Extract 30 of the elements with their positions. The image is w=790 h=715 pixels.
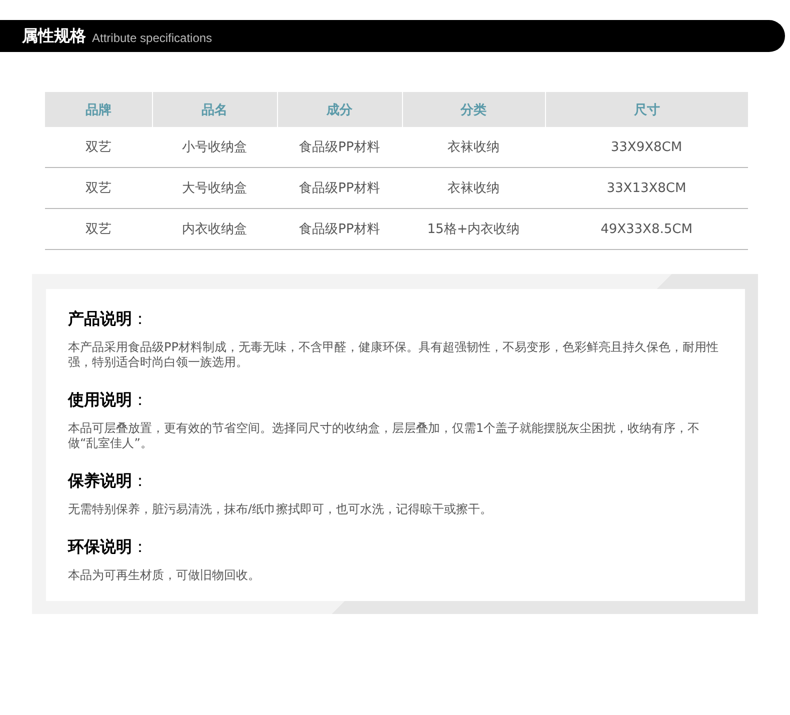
description-text: 本品为可再生材质，可做旧物回收。 [68, 568, 261, 583]
table-cell: 内衣收纳盒 [152, 208, 277, 250]
table-cell: 49X33X8.5CM [545, 208, 748, 250]
table-cell: 双艺 [45, 127, 152, 168]
table-cell: 小号收纳盒 [152, 127, 277, 168]
table-cell: 大号收纳盒 [152, 168, 277, 208]
section-heading: 环保说明： [68, 537, 149, 558]
table-cell: 食品级PP材料 [277, 168, 402, 208]
table-cell: 33X9X8CM [545, 127, 748, 168]
section-heading: 使用说明： [68, 390, 149, 411]
description-text: 本产品采用食品级PP材料制成，无毒无味，不含甲醛，健康环保。具有超强韧性，不易变形，色彩鲜亮且持久保色，耐用性强，特别适合时尚白领一族选用。 [68, 340, 720, 370]
table-cell: 双艺 [45, 168, 152, 208]
table-cell: 衣袜收纳 [402, 168, 545, 208]
column-header: 尺寸 [545, 92, 748, 127]
column-header: 分类 [402, 92, 545, 127]
section-subtitle: Attribute specifications [92, 30, 212, 44]
section-title: 属性规格 [22, 26, 86, 46]
column-header: 品名 [152, 92, 277, 127]
table-cell: 衣袜收纳 [402, 127, 545, 168]
section-heading: 产品说明： [68, 309, 149, 330]
column-header: 成分 [277, 92, 402, 127]
column-header: 品牌 [45, 92, 152, 127]
table-cell: 33X13X8CM [545, 168, 748, 208]
table-cell: 双艺 [45, 208, 152, 250]
table-cell: 食品级PP材料 [277, 127, 402, 168]
description-text: 本品可层叠放置，更有效的节省空间。选择同尺寸的收纳盒，层层叠加，仅需1个盖子就能摆脱灰尘困扰，收纳有序，不做“乱室佳人”。 [68, 421, 701, 451]
section-heading: 保养说明： [68, 471, 149, 492]
table-cell: 食品级PP材料 [277, 208, 402, 250]
description-text: 无需特别保养，脏污易清洗，抹布/纸巾擦拭即可，也可水洗，记得晾干或擦干。 [68, 502, 494, 517]
table-cell: 15格+内衣收纳 [402, 208, 545, 250]
